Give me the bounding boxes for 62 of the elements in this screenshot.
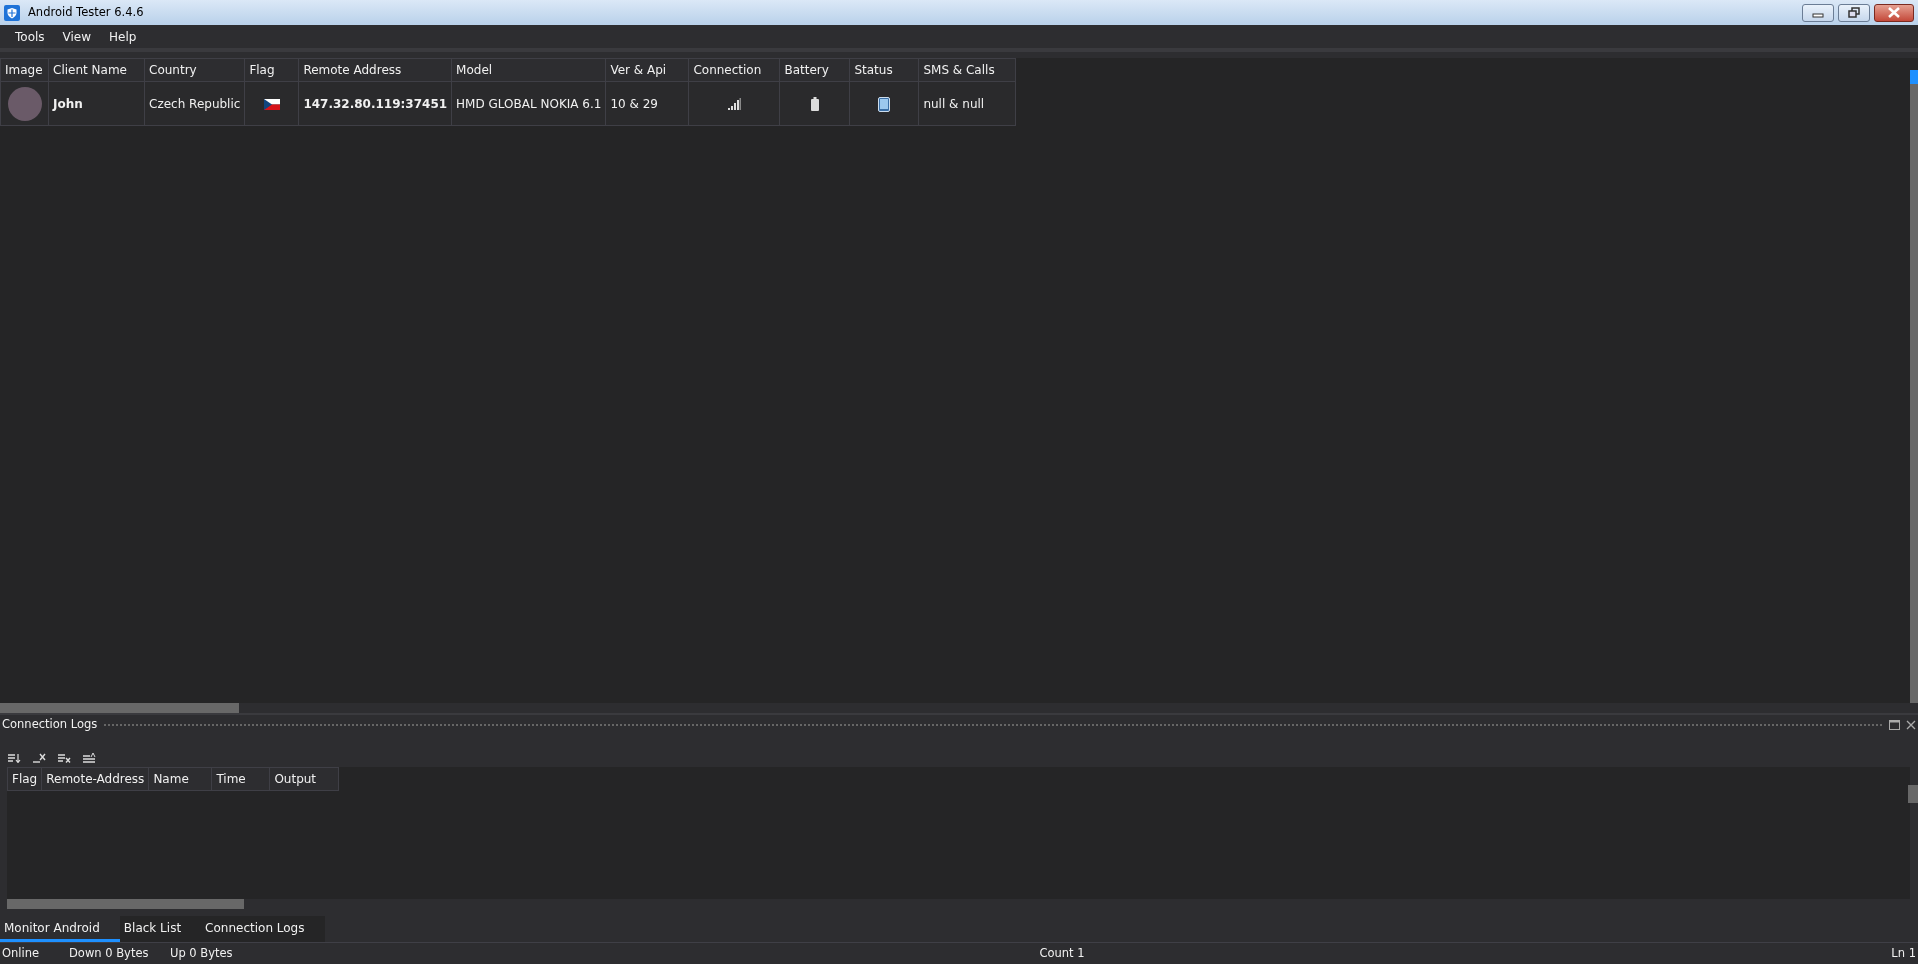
- column-header[interactable]: Remote Address: [298, 58, 452, 82]
- column-header[interactable]: Country: [144, 58, 245, 82]
- window-title: Android Tester 6.4.6: [28, 3, 144, 21]
- restore-button[interactable]: [1838, 3, 1870, 22]
- battery-icon: [810, 97, 819, 111]
- tab[interactable]: Black List: [119, 916, 202, 942]
- window-icon: [1889, 720, 1900, 730]
- client-name-cell: John: [48, 81, 145, 126]
- minimize-button[interactable]: [1802, 3, 1834, 22]
- menu-item[interactable]: Help: [100, 25, 146, 48]
- column-header[interactable]: Flag: [7, 767, 42, 791]
- download-text: Down 0 Bytes: [69, 944, 150, 962]
- clear-icon: [33, 753, 46, 763]
- sms-calls-cell: null & null: [918, 81, 1016, 126]
- scrollbar[interactable]: [1910, 70, 1918, 703]
- text-format-icon: [83, 753, 96, 763]
- avatar-photo-placeholder: [7, 86, 42, 121]
- column-header[interactable]: Output: [269, 767, 339, 791]
- maximize-button[interactable]: [1889, 720, 1900, 730]
- toolbar-button[interactable]: [83, 753, 96, 763]
- column-header[interactable]: Battery: [779, 58, 850, 82]
- scroll-thumb[interactable]: [1910, 70, 1918, 84]
- column-header[interactable]: SMS & Calls: [918, 58, 1016, 82]
- close-icon: [1887, 7, 1901, 18]
- panel-title: Connection Logs: [2, 716, 98, 734]
- close-button[interactable]: [1874, 3, 1914, 22]
- flag-icon: [263, 98, 280, 110]
- column-header[interactable]: Connection: [688, 58, 780, 82]
- menu-item[interactable]: Tools: [6, 25, 54, 48]
- clear-list-icon: [58, 753, 71, 763]
- restore-icon: [1848, 7, 1860, 18]
- column-header[interactable]: Time: [211, 767, 270, 791]
- column-header[interactable]: Name: [148, 767, 212, 791]
- menu-item[interactable]: View: [53, 25, 101, 48]
- status-text: Online: [2, 944, 41, 962]
- upload-text: Up 0 Bytes: [170, 944, 233, 962]
- column-header[interactable]: Image: [0, 58, 49, 82]
- signal-icon: [727, 98, 741, 110]
- toolbar-button[interactable]: [8, 753, 21, 763]
- column-header[interactable]: Status: [849, 58, 919, 82]
- toolbar-button[interactable]: [33, 753, 46, 763]
- column-header[interactable]: Flag: [244, 58, 299, 82]
- column-header[interactable]: Ver & Api: [605, 58, 689, 82]
- line-text: Ln 1: [1891, 944, 1916, 962]
- version-cell: 10 & 29: [605, 81, 689, 126]
- count-text: Count 1: [1039, 944, 1085, 962]
- model-cell: HMD GLOBAL NOKIA 6.1: [451, 81, 606, 126]
- scroll-thumb[interactable]: [0, 703, 239, 713]
- column-header[interactable]: Model: [451, 58, 606, 82]
- close-icon: [1906, 720, 1916, 730]
- remote-address-cell: 147.32.80.119:37451: [298, 81, 452, 126]
- column-header[interactable]: Remote-Address: [41, 767, 149, 791]
- tablet-icon: [878, 96, 891, 112]
- shield-icon: [4, 4, 20, 21]
- toolbar-button[interactable]: [58, 753, 71, 763]
- country-cell: Czech Republic: [144, 81, 245, 126]
- scroll-thumb[interactable]: [1908, 785, 1918, 803]
- sort-icon: [8, 753, 21, 763]
- column-header[interactable]: Client Name: [48, 58, 145, 82]
- scroll-thumb[interactable]: [7, 899, 244, 909]
- tab[interactable]: Connection Logs: [201, 916, 325, 942]
- close-button[interactable]: [1906, 720, 1916, 730]
